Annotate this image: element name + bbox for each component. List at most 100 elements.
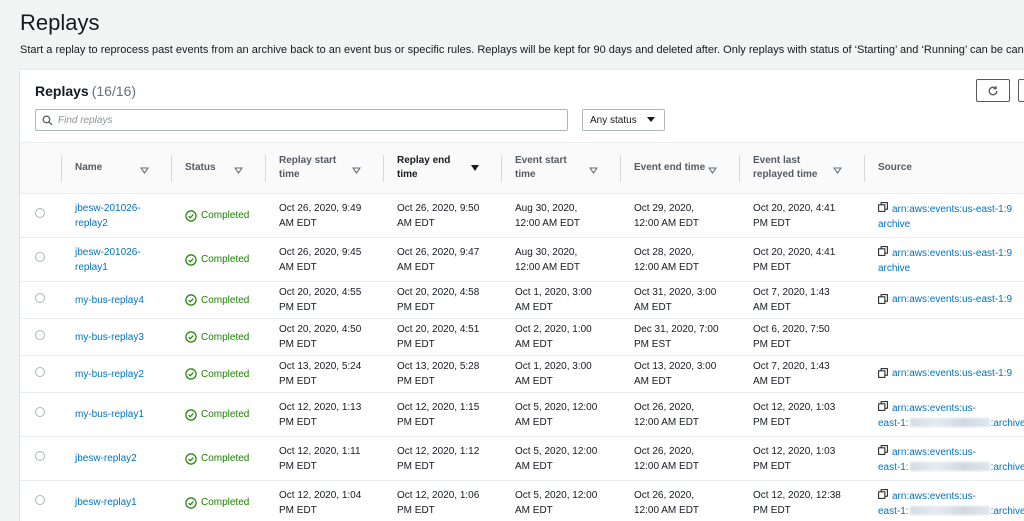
source-arn-link[interactable]: arn:aws:events:us-east-1:9	[892, 292, 1012, 307]
column-header-event-start-time[interactable]: Event start time	[501, 142, 620, 194]
replay-name-link[interactable]: my-bus-replay4	[75, 295, 144, 306]
column-divider[interactable]	[171, 155, 172, 182]
source-arn-link[interactable]: arn:aws:events:us-	[892, 491, 976, 502]
column-divider[interactable]	[620, 155, 621, 182]
row-radio-button[interactable]	[35, 252, 45, 262]
replay-name-link[interactable]: jbesw-201026- replay2	[75, 203, 141, 229]
search-input[interactable]	[58, 114, 548, 126]
column-header-name[interactable]: Name	[61, 142, 171, 194]
sort-icon[interactable]	[139, 165, 150, 174]
replay-name-link[interactable]: my-bus-replay3	[75, 332, 144, 343]
column-header-label: Replay end time	[397, 154, 450, 182]
copy-icon[interactable]	[878, 293, 888, 309]
source-arn-link[interactable]: arn:aws:events:us-east-1:9 archive	[878, 204, 1012, 230]
row-radio-button[interactable]	[35, 451, 45, 461]
row-radio-button[interactable]	[35, 292, 45, 303]
event-start-time-text: AM EDT	[515, 416, 553, 428]
sort-descending-icon[interactable]	[471, 165, 479, 171]
column-header-status[interactable]: Status	[171, 142, 265, 194]
row-radio-button[interactable]	[35, 208, 45, 218]
event-start-time-text: Oct 1, 2020, 3:00	[515, 287, 592, 298]
refresh-button[interactable]	[976, 79, 1010, 102]
row-select-cell	[20, 281, 61, 319]
event-last-replayed-time-cell: Oct 6, 2020, 7:50 PM EDT	[739, 318, 864, 356]
event-start-time-cell: Oct 5, 2020, 12:00 AM EDT	[501, 436, 620, 481]
row-radio-button[interactable]	[35, 495, 45, 505]
replay-start-time-text: PM EDT	[279, 376, 317, 387]
column-header-source[interactable]: Source	[864, 142, 1024, 194]
source-arn-link[interactable]: arn:aws:events:us-	[892, 447, 976, 458]
replay-name-link[interactable]: jbesw-replay1	[75, 497, 137, 508]
check-circle-icon	[185, 294, 197, 306]
copy-icon[interactable]	[878, 400, 888, 416]
replay-start-time-cell: Oct 12, 2020, 1:11 PM EDT	[265, 436, 383, 481]
event-last-replayed-time-cell: Oct 12, 2020, 1:03 PM EDT	[739, 436, 864, 481]
header-line: time	[397, 169, 418, 180]
replay-name-link[interactable]: jbesw-replay2	[75, 453, 137, 464]
status-filter-value: Any status	[590, 114, 637, 126]
event-start-time-text: AM EDT	[515, 302, 553, 313]
replay-start-time-text: Oct 26, 2020, 9:45	[279, 246, 362, 258]
sort-icon[interactable]	[233, 165, 244, 174]
sort-icon[interactable]	[588, 165, 599, 174]
event-end-time-text: Oct 26, 2020,	[634, 489, 695, 501]
column-header-replay-start-time[interactable]: Replay start time	[265, 142, 383, 194]
source-arn-link[interactable]: east-1::archive/	[878, 506, 1024, 517]
column-divider[interactable]	[501, 155, 502, 182]
copy-icon[interactable]	[878, 245, 888, 261]
source-arn-link[interactable]: east-1::archive/	[878, 418, 1024, 429]
source-arn-text: arn:aws:events:us-east-1:9	[892, 247, 1013, 259]
event-end-time-cell: Dec 31, 2020, 7:00 PM EST	[620, 318, 739, 356]
event-end-time-cell: Oct 26, 2020, 12:00 AM EDT	[620, 436, 739, 481]
column-header-label: Source	[878, 161, 912, 175]
sort-icon[interactable]	[707, 165, 718, 174]
copy-icon[interactable]	[878, 367, 888, 383]
replay-name-link[interactable]: jbesw-201026- replay1	[75, 247, 141, 273]
replay-end-time-text: Oct 13, 2020, 5:28	[397, 361, 480, 372]
event-end-time-cell: Oct 31, 2020, 3:00 AM EDT	[620, 281, 739, 319]
source-arn-link[interactable]: arn:aws:events:us-east-1:9	[892, 366, 1012, 381]
replay-start-time-cell: Oct 12, 2020, 1:04 PM EDT	[265, 480, 383, 521]
status-text: Completed	[201, 331, 250, 343]
source-arn-text: arn:aws:events:us-	[892, 402, 976, 414]
column-divider[interactable]	[383, 155, 384, 182]
source-cell: arn:aws:events:us-east-1::archive/	[864, 392, 1024, 437]
table-row: jbesw-replay1 Completed Oct 12, 2020, 1:04…	[20, 480, 1024, 521]
check-circle-icon	[185, 452, 197, 465]
check-circle-icon	[185, 209, 197, 222]
status-filter-select[interactable]: Any status	[582, 109, 665, 131]
replay-start-time-text: Oct 20, 2020, 4:50	[279, 324, 362, 335]
source-arn-link[interactable]: east-1::archive/	[878, 462, 1024, 473]
copy-icon[interactable]	[878, 201, 888, 217]
panel-title: Replays	[35, 83, 89, 99]
replay-name-text: my-bus-replay4	[75, 294, 144, 306]
table-row: my-bus-replay1 Completed Oct 12, 2020, 1:1…	[20, 392, 1024, 437]
source-arn-link[interactable]: arn:aws:events:us-east-1:9 archive	[878, 248, 1012, 274]
source-arn-link[interactable]: arn:aws:events:us-	[892, 403, 976, 414]
event-last-replayed-time-text: Oct 20, 2020, 4:41	[753, 246, 836, 258]
column-header-event-end-time[interactable]: Event end time	[620, 142, 739, 194]
replay-name-link[interactable]: my-bus-replay2	[75, 369, 144, 380]
column-divider[interactable]	[265, 155, 266, 182]
event-start-time-cell: Aug 30, 2020, 12:00 AM EDT	[501, 193, 620, 238]
column-header-replay-end-time[interactable]: Replay end time	[383, 142, 501, 194]
table-header-row: Name Status Replay start time Replay end time…	[20, 142, 1024, 194]
copy-icon[interactable]	[878, 444, 888, 460]
sort-icon[interactable]	[832, 165, 843, 174]
status-badge: Completed	[185, 367, 251, 382]
column-divider[interactable]	[61, 155, 62, 182]
sort-icon[interactable]	[351, 165, 362, 174]
search-box[interactable]	[35, 109, 568, 131]
row-radio-button[interactable]	[35, 366, 45, 377]
column-divider[interactable]	[864, 155, 865, 182]
replay-name-cell: my-bus-replay3	[61, 318, 171, 356]
copy-icon[interactable]	[878, 488, 888, 504]
column-header-event-last-replayed-time[interactable]: Event last replayed time	[739, 142, 864, 194]
actions-button[interactable]	[1018, 79, 1024, 102]
row-radio-button[interactable]	[35, 329, 45, 340]
event-end-time-cell: Oct 26, 2020, 12:00 AM EDT	[620, 480, 739, 521]
replay-name-link[interactable]: my-bus-replay1	[75, 409, 144, 420]
row-radio-button[interactable]	[35, 407, 45, 417]
status-cell: Completed	[171, 318, 265, 356]
column-divider[interactable]	[739, 155, 740, 182]
